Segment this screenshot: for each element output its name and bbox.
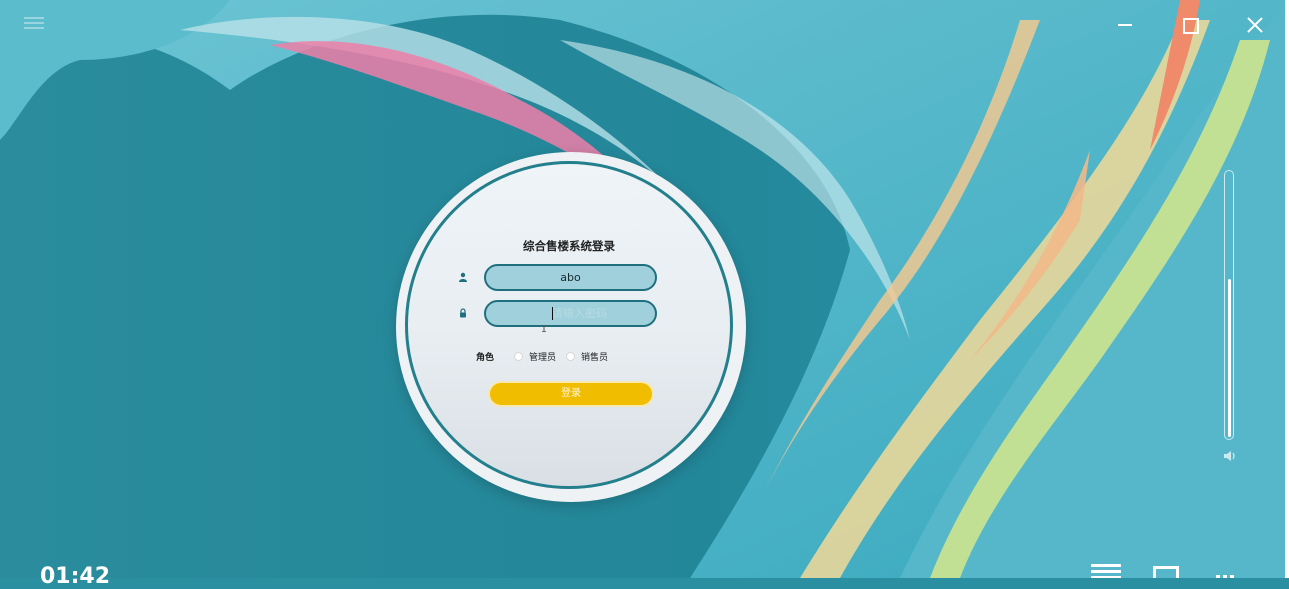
- playback-time: 01:42: [40, 564, 111, 589]
- grid-icon[interactable]: [1216, 564, 1246, 578]
- minimize-icon[interactable]: [1112, 12, 1138, 38]
- login-title: 综合售楼系统登录: [523, 239, 615, 253]
- password-input[interactable]: 请输入密码 I: [484, 300, 657, 335]
- maximize-icon[interactable]: [1177, 12, 1203, 38]
- lock-icon: [460, 308, 466, 318]
- user-icon: [459, 272, 467, 282]
- role-option-sales[interactable]: 销售员: [581, 350, 608, 363]
- text-caret: [552, 307, 553, 320]
- screen-icon[interactable]: [1153, 564, 1183, 578]
- username-input[interactable]: abo: [484, 264, 657, 291]
- playlist-icon[interactable]: [1091, 564, 1121, 578]
- login-panel: 综合售楼系统登录 abo 请输入密码 I 角色 管理员 销售员 登录: [396, 152, 746, 502]
- login-button[interactable]: 登录: [488, 381, 654, 407]
- volume-icon[interactable]: [1222, 448, 1238, 464]
- username-value: abo: [560, 271, 581, 284]
- close-icon[interactable]: [1242, 12, 1268, 38]
- role-option-admin[interactable]: 管理员: [529, 350, 556, 363]
- login-form: 综合售楼系统登录 abo 请输入密码 I 角色 管理员 销售员 登录: [405, 161, 733, 489]
- role-radio-admin[interactable]: [514, 352, 523, 361]
- role-radio-sales[interactable]: [566, 352, 575, 361]
- volume-slider[interactable]: [1224, 170, 1234, 440]
- menu-icon[interactable]: [24, 14, 44, 32]
- window-edge: [1285, 0, 1289, 578]
- ibeam-cursor-icon: I: [541, 324, 548, 335]
- role-label: 角色: [476, 353, 495, 363]
- password-placeholder: 请输入密码: [552, 307, 607, 320]
- volume-fill: [1228, 279, 1231, 437]
